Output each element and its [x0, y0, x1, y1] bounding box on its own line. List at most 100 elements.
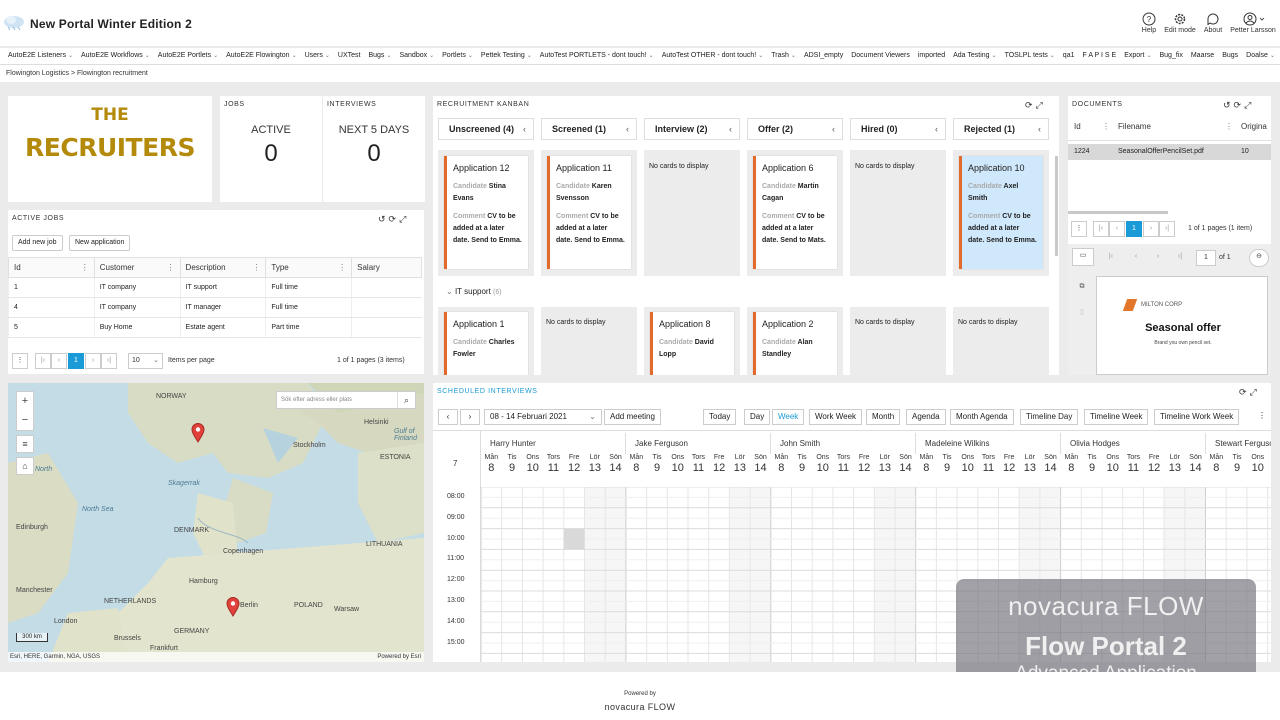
day-header[interactable]: Lör 13 [730, 454, 751, 474]
column-menu-icon[interactable]: ⋮ [1102, 122, 1110, 138]
day-header[interactable]: Fre 12 [709, 454, 730, 474]
nav-item[interactable]: Users ⌄ [305, 48, 330, 64]
day-header[interactable]: Lör 13 [875, 454, 896, 474]
view-work-week[interactable]: Work Week [809, 409, 863, 425]
date-range-picker[interactable]: 08 - 14 Februari 2021 ⌄ [484, 409, 602, 425]
column-menu-icon[interactable]: ⋮ [338, 263, 346, 272]
resource-header[interactable]: Jake Ferguson [626, 433, 771, 454]
refresh-icon[interactable]: ⟳ [1025, 100, 1036, 110]
kanban-card[interactable]: Application 1 Candidate Charles Fowler [444, 312, 528, 375]
add-new-job-button[interactable]: Add new job [12, 235, 63, 251]
column-menu-icon[interactable]: ⋮ [252, 263, 260, 272]
day-header[interactable]: Tis 9 [937, 454, 958, 474]
layers-icon[interactable]: ≡ [16, 435, 34, 453]
resource-header[interactable]: Harry Hunter [481, 433, 626, 454]
user-menu[interactable]: Petter Larsson [1228, 12, 1278, 34]
more-options-icon[interactable]: ⋮ [12, 353, 28, 369]
zoom-in-icon[interactable]: + [17, 392, 33, 411]
day-header[interactable]: Lör 13 [585, 454, 606, 474]
day-header[interactable]: Tors 11 [978, 454, 999, 474]
more-options-icon[interactable]: ⋮ [1253, 409, 1271, 425]
day-header[interactable]: Sön 14 [605, 454, 626, 474]
bookmark-icon[interactable]: ▯ [1074, 306, 1090, 322]
prev-week-button[interactable]: ‹ [438, 409, 458, 425]
nav-item[interactable]: Bug_fix [1159, 48, 1182, 64]
nav-item[interactable]: Pettek Testing ⌄ [481, 48, 532, 64]
column-menu-icon[interactable]: ⋮ [1225, 122, 1233, 138]
nav-item[interactable]: AutoTest OTHER - dont touch! ⌄ [662, 48, 764, 64]
kanban-column-hired[interactable]: Hired (0) ‹ [850, 118, 946, 140]
day-header[interactable]: Tors 11 [1123, 454, 1144, 474]
resource-header[interactable]: John Smith [771, 433, 916, 454]
day-header[interactable]: Sön 14 [1185, 454, 1206, 474]
search-icon[interactable]: ⌕ [397, 392, 415, 408]
day-header[interactable]: Ons 10 [522, 454, 543, 474]
day-header[interactable]: Sön 14 [750, 454, 771, 474]
day-header[interactable]: Tis 9 [1227, 454, 1248, 474]
view-month-agenda[interactable]: Month Agenda [950, 409, 1014, 425]
nav-item[interactable]: UXTest [338, 48, 361, 64]
table-row[interactable]: 4 IT company IT manager Full time [8, 297, 422, 318]
kanban-card[interactable]: Application 11 Candidate Karen Svensson … [547, 156, 631, 269]
chevron-left-icon[interactable]: ‹ [729, 119, 732, 139]
kanban-column-interview[interactable]: Interview (2) ‹ [644, 118, 740, 140]
folder-open-icon[interactable]: ▭ [1072, 248, 1094, 266]
column-menu-icon[interactable]: ⋮ [81, 263, 89, 272]
home-icon[interactable]: ⌂ [16, 457, 34, 475]
view-month[interactable]: Month [866, 409, 901, 425]
refresh-icon[interactable]: ⟳ [1234, 100, 1245, 110]
viewer-page-input[interactable]: 1 [1196, 250, 1216, 266]
nav-item[interactable]: Maarse [1191, 48, 1214, 64]
expand-icon[interactable]: ⤢ [1250, 387, 1260, 397]
day-header[interactable]: Fre 12 [854, 454, 875, 474]
nav-item[interactable]: F A P I S E [1082, 48, 1116, 64]
day-header[interactable]: Tors 11 [543, 454, 564, 474]
nav-item[interactable]: Bugs [1222, 48, 1238, 64]
kanban-card[interactable]: Application 10 Candidate Axel Smith Comm… [959, 156, 1043, 269]
last-page-button[interactable]: ›| [101, 353, 117, 369]
kanban-column-unscreened[interactable]: Unscreened (4) ‹ [438, 118, 534, 140]
horizontal-scrollbar[interactable] [1068, 211, 1168, 214]
kanban-column-offer[interactable]: Offer (2) ‹ [747, 118, 843, 140]
refresh-icon[interactable]: ⟳ [389, 214, 400, 224]
kanban-card[interactable]: Application 12 Candidate Stina Evans Com… [444, 156, 528, 269]
day-header[interactable]: Tors 11 [833, 454, 854, 474]
day-header[interactable]: Mån 8 [1061, 454, 1082, 474]
column-menu-icon[interactable]: ⋮ [167, 263, 175, 272]
zoom-out-icon[interactable]: − [17, 411, 33, 430]
day-header[interactable]: Lör 13 [1165, 454, 1186, 474]
edit-mode-button[interactable]: Edit mode [1163, 12, 1197, 34]
resource-header[interactable]: Olivia Hodges [1061, 433, 1206, 454]
day-header[interactable]: Mån 8 [916, 454, 937, 474]
day-header[interactable]: Mån 8 [1206, 454, 1227, 474]
nav-item[interactable]: Sandbox ⌄ [399, 48, 434, 64]
page-1-button[interactable]: 1 [68, 353, 84, 369]
chevron-left-icon[interactable]: ‹ [832, 119, 835, 139]
first-page-button[interactable]: |‹ [35, 353, 51, 369]
day-header[interactable]: Tis 9 [502, 454, 523, 474]
chevron-left-icon[interactable]: ‹ [935, 119, 938, 139]
first-page-icon[interactable]: |‹ [1103, 250, 1119, 266]
view-timeline-work-week[interactable]: Timeline Work Week [1154, 409, 1240, 425]
nav-item[interactable]: AutoTest PORTLETS - dont touch! ⌄ [540, 48, 654, 64]
refresh-icon[interactable]: ⟳ [1239, 387, 1250, 397]
nav-item[interactable]: ADSI_empty [804, 48, 843, 64]
kanban-scrollbar[interactable] [1055, 156, 1058, 256]
next-page-button[interactable]: › [1143, 221, 1159, 237]
day-header[interactable]: Tors 11 [688, 454, 709, 474]
map-pin-icon[interactable] [191, 423, 205, 443]
col-description[interactable]: Description ⋮ [179, 257, 267, 278]
col-original[interactable]: Origina [1241, 122, 1267, 138]
view-timeline-day[interactable]: Timeline Day [1020, 409, 1079, 425]
nav-item[interactable]: AutoE2E Listeners ⌄ [8, 48, 73, 64]
undo-icon[interactable]: ↺ [1223, 100, 1234, 110]
day-header[interactable]: Mån 8 [771, 454, 792, 474]
nav-item[interactable]: Document Viewers [851, 48, 910, 64]
nav-item[interactable]: Bugs ⌄ [368, 48, 391, 64]
day-header[interactable]: Fre 12 [1144, 454, 1165, 474]
chevron-left-icon[interactable]: ‹ [626, 119, 629, 139]
zoom-out-icon[interactable]: ⊖ [1249, 249, 1269, 267]
breadcrumb-link-logistics[interactable]: Flowington Logistics [6, 70, 69, 77]
add-meeting-button[interactable]: Add meeting [604, 409, 661, 425]
nav-item[interactable]: qa1 [1063, 48, 1075, 64]
